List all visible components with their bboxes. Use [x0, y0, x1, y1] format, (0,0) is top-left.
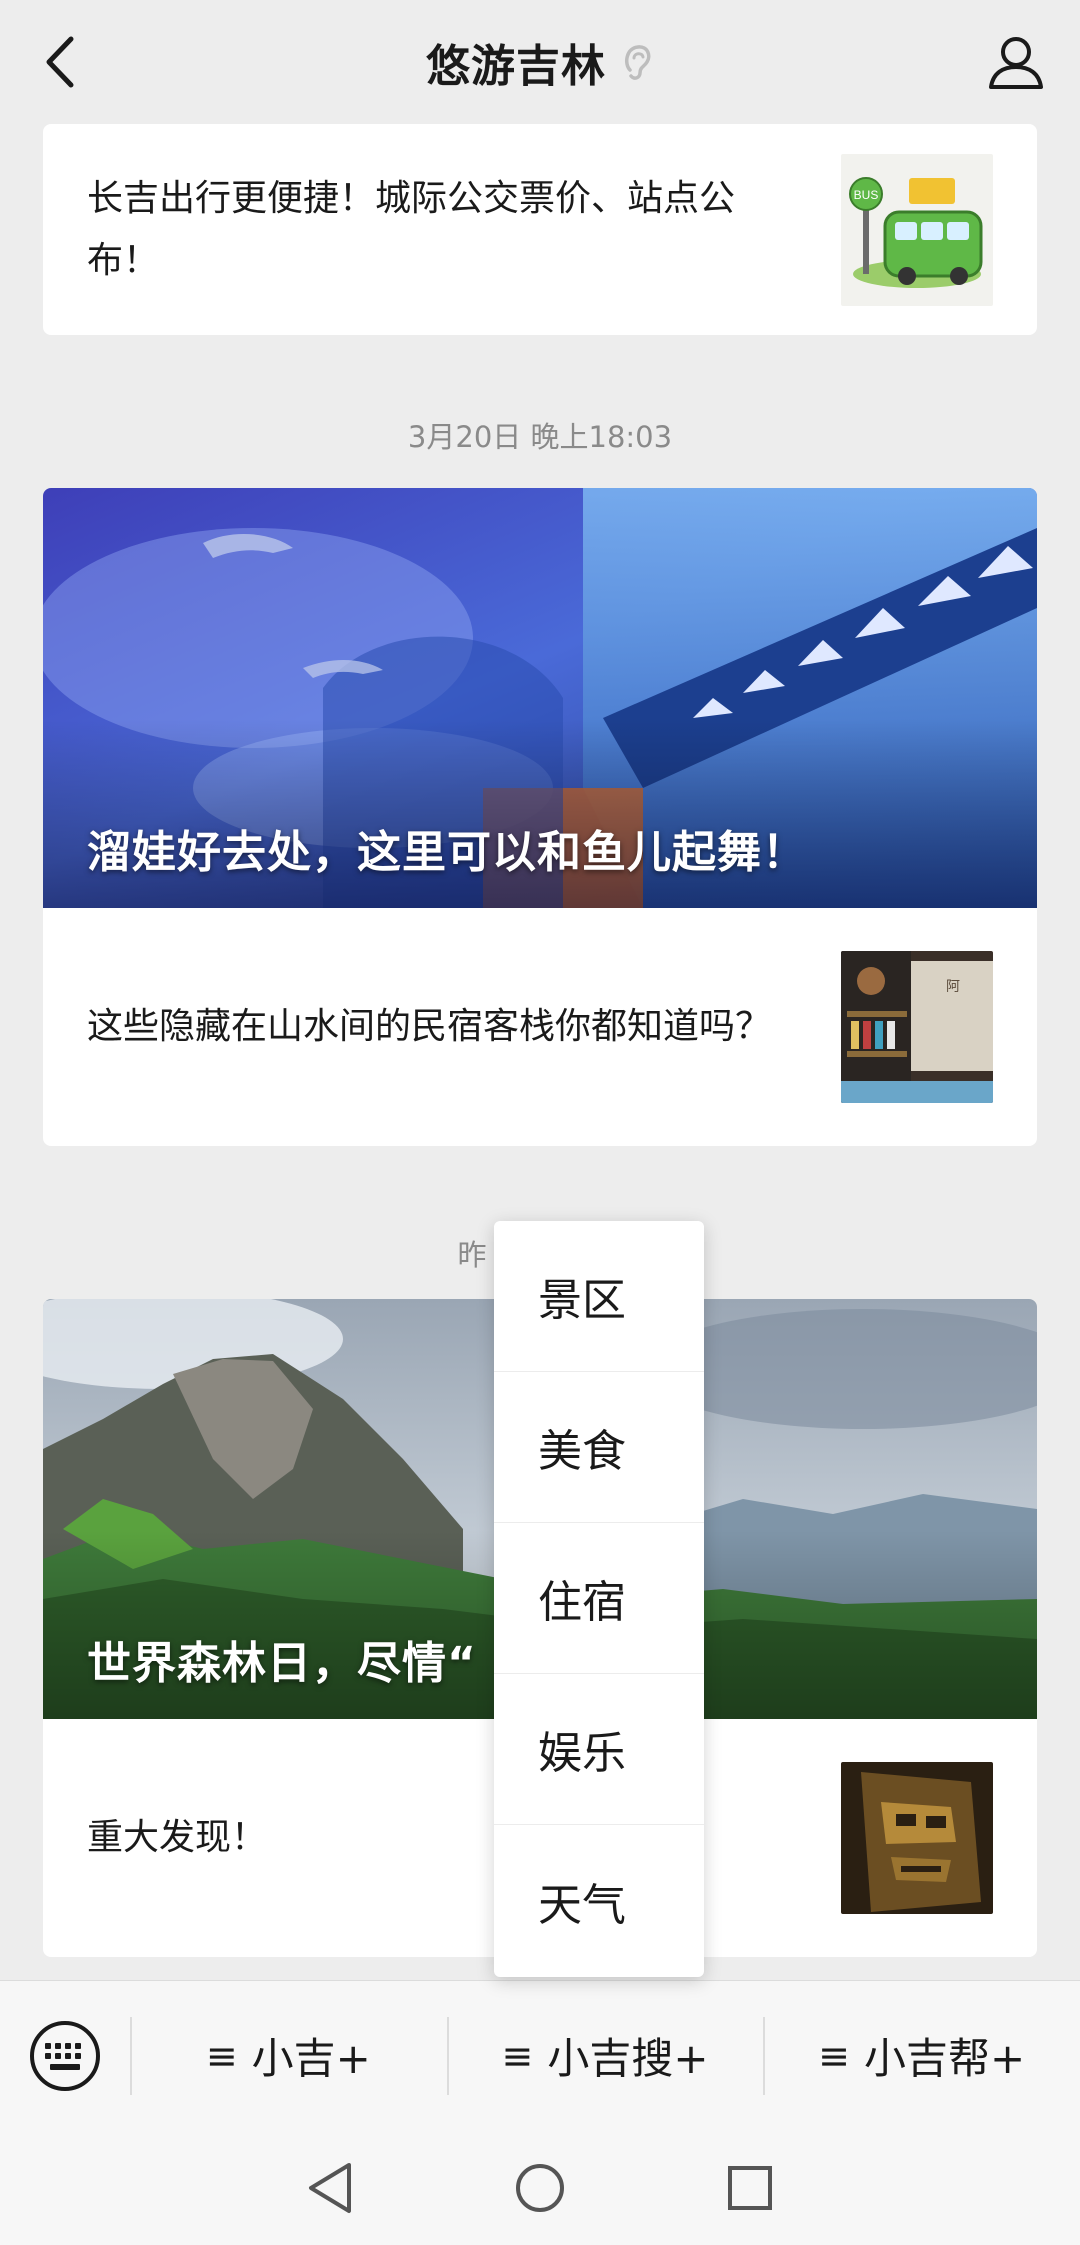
cover-title: 溜娃好去处，这里可以和鱼儿起舞！	[87, 827, 807, 878]
triangle-back-icon	[309, 2162, 351, 2213]
submenu-popup: 景区 美食 住宿 娱乐 天气	[494, 1221, 704, 1977]
article-row[interactable]: 这些隐藏在山水间的民宿客栈你都知道吗？ 阿	[43, 908, 1037, 1146]
article-title: 长吉出行更便捷！城际公交票价、站点公布！	[87, 177, 736, 281]
popup-item-food[interactable]: 美食	[494, 1372, 704, 1523]
menu-item-label: 小吉+	[251, 2034, 371, 2083]
keyboard-icon	[30, 2020, 100, 2091]
menu-item-label: 小吉帮+	[864, 2034, 1026, 2083]
menu-list-icon: ≡	[205, 2033, 238, 2078]
bronze-mask-thumbnail	[841, 1762, 993, 1914]
menu-item-xiaoji-help[interactable]: ≡ 小吉帮+	[763, 1981, 1080, 2131]
menu-item-label: 小吉搜+	[547, 2034, 709, 2083]
svg-text:BUS: BUS	[854, 188, 879, 202]
popup-item-lodging[interactable]: 住宿	[494, 1523, 704, 1674]
article-card-1[interactable]: 长吉出行更便捷！城际公交票价、站点公布！ BUS	[43, 124, 1037, 335]
nav-home-button[interactable]	[510, 2158, 570, 2218]
menu-list-icon: ≡	[818, 2033, 850, 2078]
menu-item-xiaoji-search[interactable]: ≡ 小吉搜+	[446, 1981, 764, 2131]
cover-title: 世界森林日，尽情“	[87, 1638, 477, 1689]
bus-thumbnail: BUS	[841, 153, 993, 306]
keyboard-toggle-button[interactable]	[0, 1981, 130, 2131]
popup-item-entertainment[interactable]: 娱乐	[494, 1674, 704, 1825]
ear-icon	[624, 45, 651, 80]
system-navigation-bar	[0, 2130, 1080, 2245]
page-title: 悠游吉林	[426, 41, 606, 92]
article-row[interactable]: 长吉出行更便捷！城际公交票价、站点公布！ BUS	[43, 124, 1037, 335]
chevron-left-icon	[46, 36, 74, 88]
nav-recents-button[interactable]	[720, 2158, 780, 2218]
official-account-menu-bar: ≡ 小吉+ ≡ 小吉搜+ ≡ 小吉帮+	[0, 1980, 1080, 2130]
popup-item-weather[interactable]: 天气	[494, 1825, 704, 1976]
title-group: 悠游吉林	[426, 30, 654, 94]
chat-header: 悠游吉林	[0, 0, 1080, 124]
user-icon	[989, 37, 1043, 89]
cover-image-aquarium[interactable]: 溜娃好去处，这里可以和鱼儿起舞！	[43, 488, 1037, 908]
shop-thumbnail: 阿	[841, 951, 993, 1103]
nav-back-button[interactable]	[300, 2158, 360, 2218]
square-recents-icon	[728, 2165, 772, 2210]
profile-button[interactable]	[980, 28, 1052, 98]
svg-text:阿: 阿	[946, 979, 960, 995]
article-card-2[interactable]: 溜娃好去处，这里可以和鱼儿起舞！ 这些隐藏在山水间的民宿客栈你都知道吗？ 阿	[43, 488, 1037, 1146]
popup-item-scenic[interactable]: 景区	[494, 1221, 704, 1372]
menu-item-xiaoji[interactable]: ≡ 小吉+	[130, 1981, 447, 2131]
circle-home-icon	[516, 2163, 564, 2212]
article-title: 重大发现！	[87, 1817, 268, 1858]
timestamp: 3月20日 晚上18:03	[407, 420, 673, 454]
back-button[interactable]	[30, 30, 90, 94]
menu-list-icon: ≡	[501, 2033, 534, 2078]
article-title: 这些隐藏在山水间的民宿客栈你都知道吗？	[87, 1006, 772, 1047]
